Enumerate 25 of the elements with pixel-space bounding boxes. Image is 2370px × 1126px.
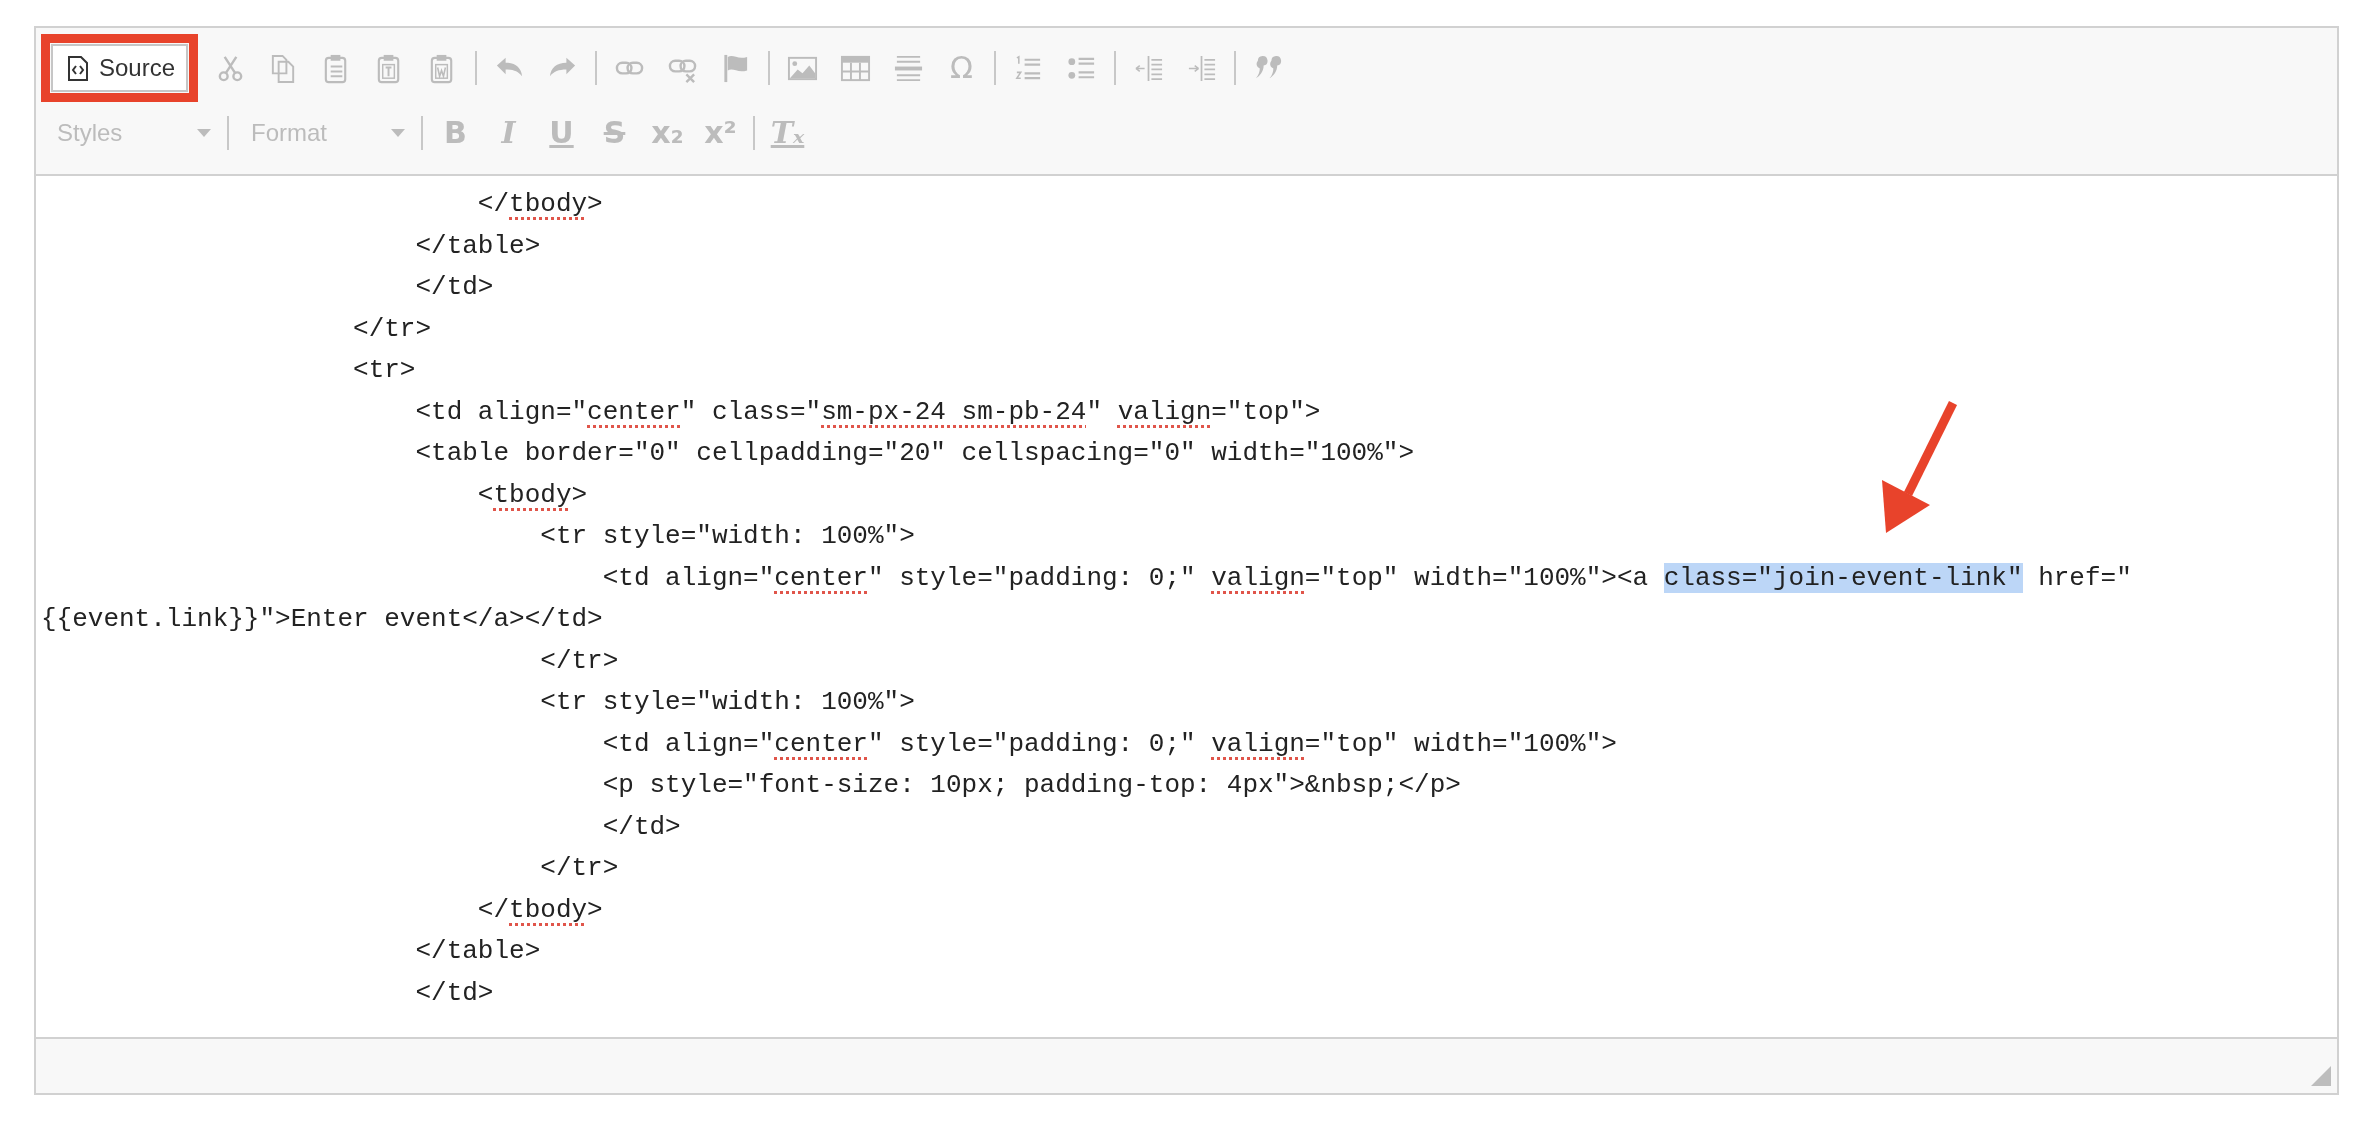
code-line: <td align="center" class="sm-px-24 sm-pb-24" valign="top">: [414, 395, 1321, 429]
source-code-icon: [67, 54, 89, 82]
resize-grip-icon[interactable]: [2311, 1066, 2331, 1086]
code-line: </tr>: [352, 312, 432, 346]
code-line: </table>: [414, 229, 541, 263]
code-line: </tbody>: [476, 893, 603, 927]
code-line: <p style="font-size: 10px; padding-top: 4px">&nbsp;</p>: [601, 769, 1461, 802]
source-button[interactable]: Source: [51, 44, 189, 92]
code-line: </tbody>: [476, 188, 603, 221]
code-line: {{event.link}}">Enter event</a></td>: [41, 603, 603, 636]
code-line: <tr>: [352, 354, 416, 387]
code-line: </td>: [414, 271, 494, 304]
code-line: <table border="0" cellpadding="20" cellspacing="0" width="100%">: [414, 437, 1415, 470]
code-line: <tr style="width: 100%">: [539, 686, 915, 719]
code-line: <tbody>: [476, 478, 588, 512]
code-line: <td align="center" style="padding: 0;" valign="top" width="100%"><a class="join-event-link" href=": [601, 561, 2132, 595]
code-line: </td>: [601, 810, 681, 844]
code-line: <tr style="width: 100%">: [539, 520, 915, 553]
caret-icon: [197, 129, 211, 137]
code-line: <td align="center" style="padding: 0;" valign="top" width="100%">: [601, 727, 1617, 761]
caret-icon: [391, 129, 405, 137]
code-line: </td>: [414, 976, 494, 1010]
code-line: </tr>: [539, 644, 619, 678]
code-line: </tr>: [539, 852, 619, 885]
code-line: </table>: [414, 935, 541, 968]
